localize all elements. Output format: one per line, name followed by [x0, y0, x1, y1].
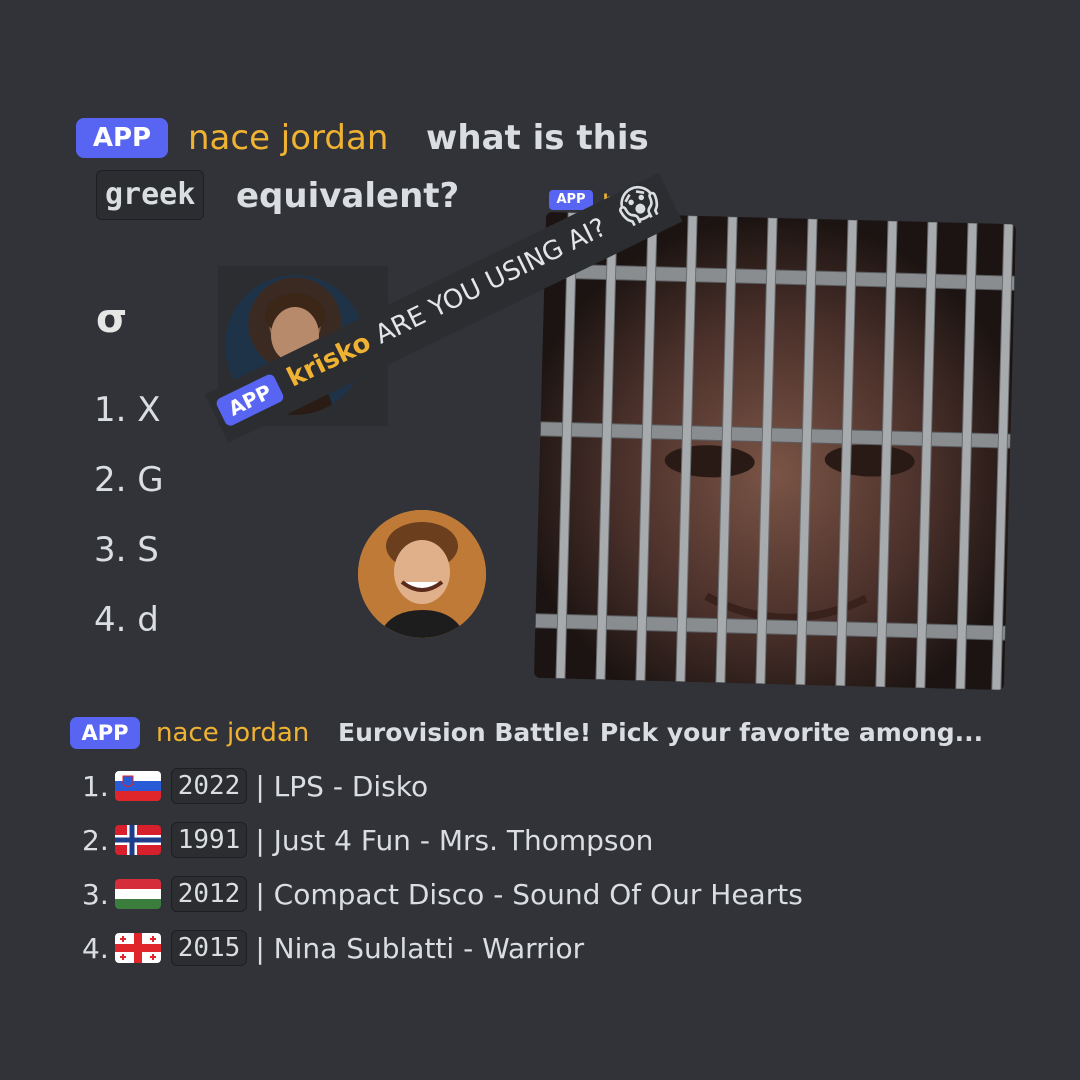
entry-title: | Compact Disco - Sound Of Our Hearts [255, 877, 803, 911]
app-badge: APP [70, 717, 140, 749]
username[interactable]: nace jordan [188, 116, 388, 160]
username[interactable]: nace jordan [156, 714, 309, 752]
inline-code-greek: greek [96, 170, 205, 220]
slovenia-flag-icon [114, 771, 161, 801]
face-behind-bars-image [533, 211, 1017, 691]
battle-message-header: APP nace jordan Eurovision Battle! Pick … [70, 714, 1070, 754]
avatar-krisko[interactable] [358, 510, 486, 638]
message-text-line1: what is this [426, 118, 649, 158]
option-3: 3. S [94, 530, 159, 570]
jail-image[interactable] [533, 211, 1017, 691]
hungary-flag-icon [114, 879, 161, 909]
norway-flag-icon [114, 825, 161, 855]
year-code: 2022 [170, 768, 248, 804]
entry-number: 3. [82, 877, 109, 911]
entry-number: 4. [82, 931, 109, 965]
message-text-line2: equivalent? [236, 176, 460, 216]
list-item: 4. 2015 | Nina Sublatti - Warrior [82, 928, 584, 968]
entry-title: | Just 4 Fun - Mrs. Thompson [255, 823, 654, 857]
message-text: Eurovision Battle! Pick your favorite am… [338, 718, 984, 747]
app-badge: APP [76, 118, 168, 158]
entry-title: | LPS - Disko [255, 769, 429, 803]
list-item: 1. 2022 | LPS - Disko [82, 766, 428, 806]
entry-title: | Nina Sublatti - Warrior [255, 931, 585, 965]
year-code: 2012 [170, 876, 248, 912]
entry-number: 1. [82, 769, 109, 803]
option-4: 4. d [94, 600, 159, 640]
option-2: 2. G [94, 460, 164, 500]
year-code: 2015 [170, 930, 248, 966]
person-photo-icon [358, 510, 486, 638]
option-1: 1. X [94, 390, 161, 430]
list-item: 3. 2012 | Compact Disco - Sound Of Our H… [82, 874, 803, 914]
list-item: 2. 1991 | Just 4 Fun - Mrs. Thompson [82, 820, 653, 860]
year-code: 1991 [170, 822, 248, 858]
georgia-flag-icon [114, 933, 161, 963]
greek-symbol: σ [96, 296, 128, 342]
entry-number: 2. [82, 823, 109, 857]
